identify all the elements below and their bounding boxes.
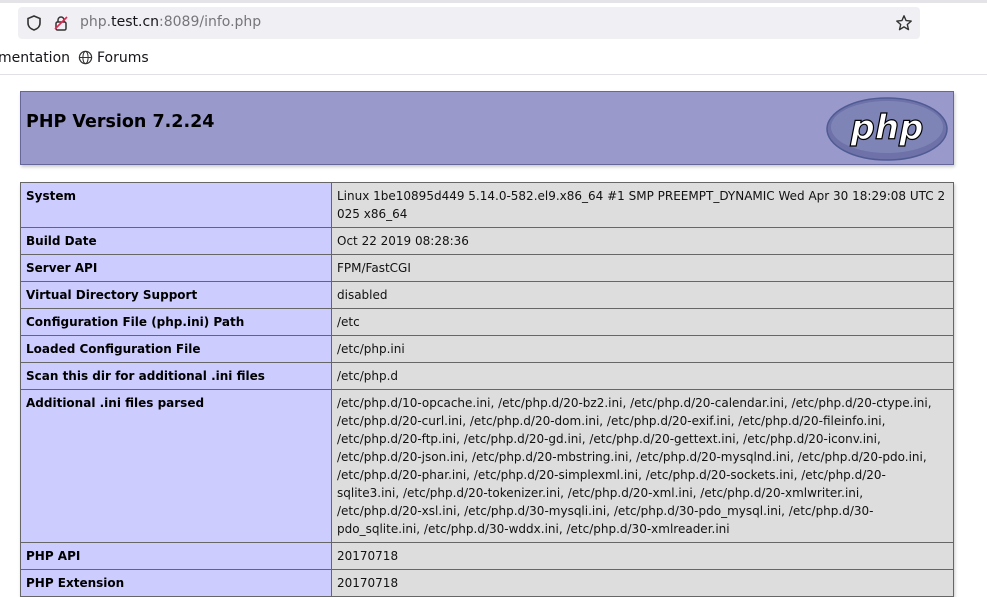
table-row: Loaded Configuration File/etc/php.ini: [20, 335, 954, 363]
row-key: System: [20, 182, 332, 228]
table-row: PHP Extension 20170718: [20, 569, 954, 597]
table-row: PHP API 20170718: [20, 542, 954, 570]
bookmark-star-icon[interactable]: [895, 14, 913, 32]
php-logo[interactable]: php: [826, 97, 948, 161]
row-value: /etc/php.ini: [331, 335, 954, 363]
row-key: PHP API: [20, 542, 332, 570]
row-value: 20170718: [331, 569, 954, 597]
row-key: Virtual Directory Support: [20, 281, 332, 309]
bookmark-documentation[interactable]: mentation: [0, 50, 70, 66]
url-suffix: :8089/info.php: [159, 14, 262, 30]
bookmark-forums[interactable]: Forums: [78, 50, 149, 69]
row-value: Oct 22 2019 08:28:36: [331, 227, 954, 255]
browser-top-strip: [0, 0, 987, 3]
table-row: Scan this dir for additional .ini files /…: [20, 362, 954, 390]
row-value: /etc: [331, 308, 954, 336]
bookmark-label: Forums: [97, 50, 149, 66]
row-key: Server API: [20, 254, 332, 282]
row-value: /etc/php.d/10-opcache.ini, /etc/php.d/20…: [331, 389, 954, 543]
row-value: 20170718: [331, 542, 954, 570]
php-logo-text: php: [850, 108, 924, 148]
table-row: Additional .ini files parsed/etc/php.d/1…: [20, 389, 954, 543]
row-key: PHP Extension: [20, 569, 332, 597]
bookmarks-toolbar: mentation Forums: [0, 45, 987, 75]
page-title: PHP Version 7.2.24: [26, 112, 215, 132]
table-row: Build Date Oct 22 2019 08:28:36: [20, 227, 954, 255]
row-key: Scan this dir for additional .ini files: [20, 362, 332, 390]
address-bar[interactable]: php.test.cn:8089/info.php: [18, 7, 920, 39]
insecure-lock-icon[interactable]: [52, 14, 70, 32]
table-row: Configuration File (php.ini) Path/etc: [20, 308, 954, 336]
row-key: Loaded Configuration File: [20, 335, 332, 363]
shield-icon[interactable]: [25, 14, 43, 32]
globe-icon: [78, 50, 93, 69]
row-value: Linux 1be10895d449 5.14.0-582.el9.x86_64…: [331, 182, 954, 228]
phpinfo-content: PHP Version 7.2.24 php System Linux 1be10…: [20, 91, 954, 597]
row-value: disabled: [331, 281, 954, 309]
row-value: /etc/php.d: [331, 362, 954, 390]
table-row: Server API FPM/FastCGI: [20, 254, 954, 282]
url-prefix: php.: [80, 14, 112, 30]
bookmark-label: mentation: [0, 50, 71, 66]
table-row: Virtual Directory Support disabled: [20, 281, 954, 309]
url-host: test.cn: [111, 14, 160, 30]
row-key: Configuration File (php.ini) Path: [20, 308, 332, 336]
url-text[interactable]: php.test.cn:8089/info.php: [80, 14, 261, 30]
table-row: System Linux 1be10895d449 5.14.0-582.el9.…: [20, 182, 954, 228]
row-value: FPM/FastCGI: [331, 254, 954, 282]
row-key: Additional .ini files parsed: [20, 389, 332, 543]
php-version-header: PHP Version 7.2.24 php: [20, 91, 954, 165]
row-key: Build Date: [20, 227, 332, 255]
info-table: System Linux 1be10895d449 5.14.0-582.el9.…: [20, 182, 954, 597]
